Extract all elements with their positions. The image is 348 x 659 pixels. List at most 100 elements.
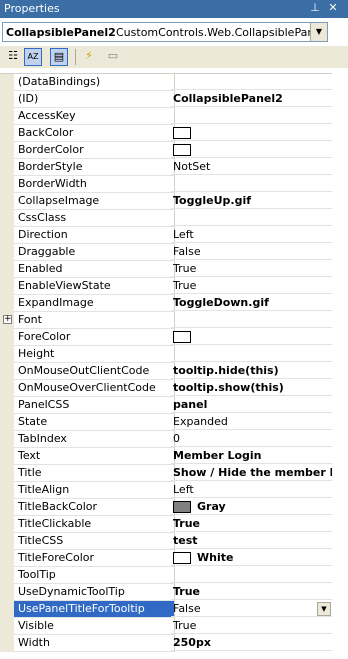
object-selector[interactable]: CollapsiblePanel2 CustomControls.Web.Col…: [2, 22, 328, 42]
alphabetical-view-icon[interactable]: AZ: [24, 48, 42, 66]
property-value[interactable]: Expanded: [171, 414, 332, 430]
property-name[interactable]: TitleBackColor: [14, 499, 175, 516]
events-lightning-icon[interactable]: ⚡: [80, 48, 98, 66]
property-value[interactable]: True: [171, 516, 332, 532]
property-value[interactable]: True: [171, 278, 332, 294]
property-name[interactable]: ForeColor: [14, 329, 175, 346]
property-value[interactable]: NotSet: [171, 159, 332, 175]
property-value[interactable]: Member Login: [171, 448, 332, 464]
property-name[interactable]: TitleForeColor: [14, 550, 175, 567]
property-value[interactable]: True: [171, 261, 332, 277]
property-value[interactable]: [171, 74, 332, 90]
property-pages-icon[interactable]: ▭: [104, 48, 122, 66]
property-value[interactable]: CollapsiblePanel2: [171, 91, 332, 107]
property-value[interactable]: Show / Hide the member log: [171, 465, 332, 481]
pin-icon[interactable]: ⊥: [308, 1, 322, 15]
property-row[interactable]: Visible True: [0, 618, 332, 635]
property-value[interactable]: tooltip.show(this): [171, 380, 332, 396]
property-name[interactable]: TitleClickable: [14, 516, 175, 533]
property-value[interactable]: [171, 142, 332, 158]
property-name[interactable]: Title: [14, 465, 175, 482]
property-row[interactable]: UsePanelTitleForTooltip False ▼: [0, 601, 332, 618]
property-value[interactable]: test: [171, 533, 332, 549]
property-name[interactable]: BorderWidth: [14, 176, 175, 193]
property-name[interactable]: Text: [14, 448, 175, 465]
property-value[interactable]: ToggleUp.gif: [171, 193, 332, 209]
property-name[interactable]: ExpandImage: [14, 295, 175, 312]
property-name[interactable]: BorderColor: [14, 142, 175, 159]
property-name[interactable]: TitleCSS: [14, 533, 175, 550]
property-row[interactable]: CssClass: [0, 210, 332, 227]
property-value[interactable]: Left: [171, 227, 332, 243]
property-row[interactable]: ExpandImage ToggleDown.gif: [0, 295, 332, 312]
property-row[interactable]: (ID) CollapsiblePanel2: [0, 91, 332, 108]
property-value[interactable]: False ▼: [171, 601, 332, 617]
property-row[interactable]: Enabled True: [0, 261, 332, 278]
close-icon[interactable]: ✕: [326, 1, 340, 15]
property-row[interactable]: EnableViewState True: [0, 278, 332, 295]
property-row[interactable]: TitleAlign Left: [0, 482, 332, 499]
property-name[interactable]: Direction: [14, 227, 175, 244]
property-row[interactable]: Height: [0, 346, 332, 363]
property-row[interactable]: PanelCSS panel: [0, 397, 332, 414]
property-value[interactable]: [171, 312, 332, 328]
property-name[interactable]: Width: [14, 635, 175, 652]
property-row[interactable]: Direction Left: [0, 227, 332, 244]
property-value[interactable]: True: [171, 584, 332, 600]
property-value[interactable]: panel: [171, 397, 332, 413]
property-value[interactable]: [171, 108, 332, 124]
property-name[interactable]: CssClass: [14, 210, 175, 227]
property-row[interactable]: OnMouseOverClientCode tooltip.show(this): [0, 380, 332, 397]
property-row[interactable]: + Font: [0, 312, 332, 329]
property-value[interactable]: [171, 346, 332, 362]
property-value[interactable]: True: [171, 618, 332, 634]
property-row[interactable]: Text Member Login: [0, 448, 332, 465]
property-name[interactable]: BackColor: [14, 125, 175, 142]
property-name[interactable]: ToolTip: [14, 567, 175, 584]
property-value[interactable]: [171, 329, 332, 345]
property-row[interactable]: Draggable False: [0, 244, 332, 261]
expand-plus-icon[interactable]: +: [3, 315, 12, 324]
property-row[interactable]: UseDynamicToolTip True: [0, 584, 332, 601]
property-row[interactable]: Title Show / Hide the member log: [0, 465, 332, 482]
property-row[interactable]: State Expanded: [0, 414, 332, 431]
property-value[interactable]: False: [171, 244, 332, 260]
property-value[interactable]: Gray: [171, 499, 332, 515]
property-name[interactable]: TabIndex: [14, 431, 175, 448]
property-row[interactable]: BorderStyle NotSet: [0, 159, 332, 176]
property-name[interactable]: BorderStyle: [14, 159, 175, 176]
property-name[interactable]: UsePanelTitleForTooltip: [14, 601, 175, 618]
chevron-down-icon[interactable]: ▼: [317, 602, 331, 616]
property-name[interactable]: PanelCSS: [14, 397, 175, 414]
property-name[interactable]: OnMouseOutClientCode: [14, 363, 175, 380]
property-value[interactable]: [171, 176, 332, 192]
property-value[interactable]: ToggleDown.gif: [171, 295, 332, 311]
property-value[interactable]: [171, 567, 332, 583]
property-value[interactable]: 0: [171, 431, 332, 447]
property-value[interactable]: White: [171, 550, 332, 566]
property-row[interactable]: CollapseImage ToggleUp.gif: [0, 193, 332, 210]
property-name[interactable]: State: [14, 414, 175, 431]
property-row[interactable]: TitleClickable True: [0, 516, 332, 533]
property-name[interactable]: Draggable: [14, 244, 175, 261]
property-name[interactable]: (ID): [14, 91, 175, 108]
property-row[interactable]: ToolTip: [0, 567, 332, 584]
property-value[interactable]: tooltip.hide(this): [171, 363, 332, 379]
property-row[interactable]: ForeColor: [0, 329, 332, 346]
property-name[interactable]: CollapseImage: [14, 193, 175, 210]
property-row[interactable]: TitleCSS test: [0, 533, 332, 550]
property-row[interactable]: OnMouseOutClientCode tooltip.hide(this): [0, 363, 332, 380]
property-name[interactable]: TitleAlign: [14, 482, 175, 499]
property-name[interactable]: UseDynamicToolTip: [14, 584, 175, 601]
property-value[interactable]: [171, 210, 332, 226]
property-name[interactable]: Font: [14, 312, 175, 329]
property-row[interactable]: BorderColor: [0, 142, 332, 159]
property-row[interactable]: Width 250px: [0, 635, 332, 652]
property-row[interactable]: TitleForeColor White: [0, 550, 332, 567]
property-row[interactable]: BorderWidth: [0, 176, 332, 193]
property-name[interactable]: Height: [14, 346, 175, 363]
property-row[interactable]: BackColor: [0, 125, 332, 142]
chevron-down-icon[interactable]: ▼: [310, 23, 327, 41]
property-row[interactable]: (DataBindings): [0, 74, 332, 91]
properties-view-icon[interactable]: ▤: [50, 48, 68, 66]
